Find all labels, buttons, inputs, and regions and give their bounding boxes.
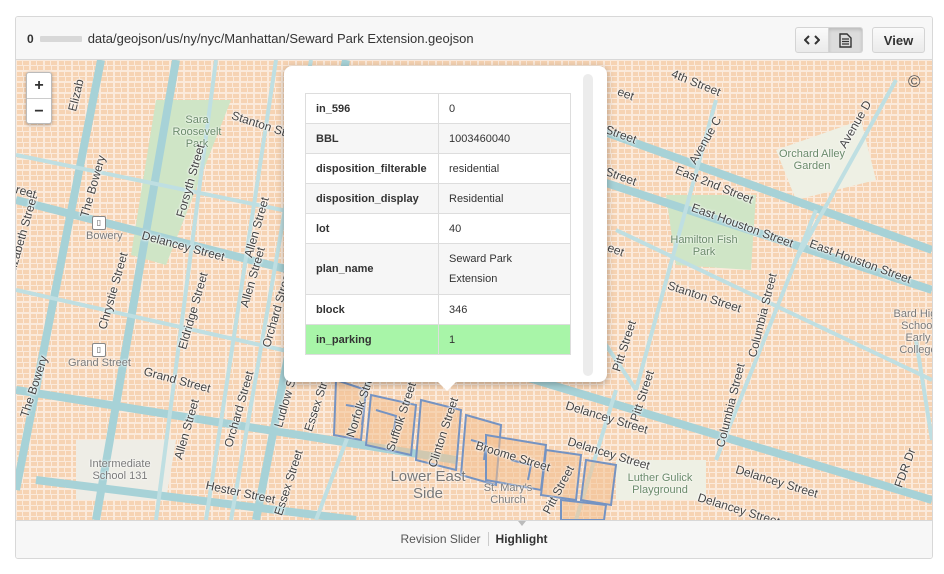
property-value: 346 [438, 294, 571, 325]
view-mode-footer: Revision Slider Highlight [16, 520, 932, 558]
attribution-icon[interactable]: © [908, 72, 921, 92]
property-key: disposition_display [305, 183, 439, 214]
file-path: data/geojson/us/ny/nyc/Manhattan/Seward … [87, 31, 474, 46]
table-row: BBL 1003460040 [305, 123, 571, 154]
source-view-button[interactable] [795, 27, 829, 53]
property-key: lot [305, 213, 439, 244]
rendered-view-button[interactable] [829, 27, 863, 53]
property-value: 0 [438, 93, 571, 124]
zoom-in-button[interactable]: + [27, 73, 51, 99]
view-button[interactable]: View [872, 27, 925, 53]
property-value: 40 [438, 213, 571, 244]
diffstat-bar [39, 35, 82, 42]
zoom-out-button[interactable]: − [27, 99, 51, 124]
file-header: 0 data/geojson/us/ny/nyc/Manhattan/Sewar… [16, 17, 932, 60]
popup-scrollbar[interactable] [583, 74, 593, 376]
school-label: Intermediate School 131 [89, 458, 151, 482]
document-icon [839, 32, 852, 48]
park-label: Luther Gulick Playground [627, 472, 693, 496]
file-count: 0 [27, 31, 34, 46]
revision-slider-link[interactable]: Revision Slider [400, 532, 489, 546]
zoom-control: + − [26, 72, 52, 124]
property-value: residential [438, 153, 571, 184]
feature-popup: in_596 0 BBL 1003460040 disposition_filt… [284, 66, 607, 391]
park-label: Orchard Alley Garden [778, 148, 846, 172]
table-row: in_596 0 [305, 93, 571, 124]
popup-tip [438, 382, 456, 391]
property-key: in_parking [305, 324, 439, 355]
subway-icon: ▯ [92, 216, 106, 230]
school-label: Bard High School Early College [893, 308, 932, 356]
file-info: 0 data/geojson/us/ny/nyc/Manhattan/Sewar… [27, 31, 474, 46]
property-value: 1003460040 [438, 123, 571, 154]
neighborhood-label: Lower East Side [390, 468, 466, 502]
properties-table: in_596 0 BBL 1003460040 disposition_filt… [305, 93, 571, 355]
property-key: in_596 [305, 93, 439, 124]
table-row-highlighted: in_parking 1 [305, 324, 571, 355]
station-label: Bowery [86, 230, 123, 242]
subway-icon: ▯ [92, 343, 106, 357]
property-key: BBL [305, 123, 439, 154]
view-mode-toggle [795, 27, 863, 53]
property-key: block [305, 294, 439, 325]
footer-links: Revision Slider Highlight [16, 532, 932, 546]
table-row: disposition_display Residential [305, 183, 571, 214]
property-key: disposition_filterable [305, 153, 439, 184]
highlight-link[interactable]: Highlight [489, 532, 548, 546]
station-label: Grand Street [68, 357, 131, 369]
caret-icon [518, 521, 526, 526]
geojson-map[interactable]: Sara Roosevelt Park Bowery ▯ ▯ Grand Str… [16, 60, 932, 520]
property-key: plan_name [305, 243, 439, 295]
property-value: Seward Park Extension [438, 243, 571, 295]
table-row: disposition_filterable residential [305, 153, 571, 184]
church-label: St. Mary's Church [483, 482, 533, 506]
park-label: Hamilton Fish Park [670, 234, 738, 258]
property-value: 1 [438, 324, 571, 355]
table-row: plan_name Seward Park Extension [305, 243, 571, 295]
property-value: Residential [438, 183, 571, 214]
table-row: block 346 [305, 294, 571, 325]
table-row: lot 40 [305, 213, 571, 244]
file-viewer: 0 data/geojson/us/ny/nyc/Manhattan/Sewar… [15, 16, 933, 559]
code-icon [804, 35, 820, 45]
